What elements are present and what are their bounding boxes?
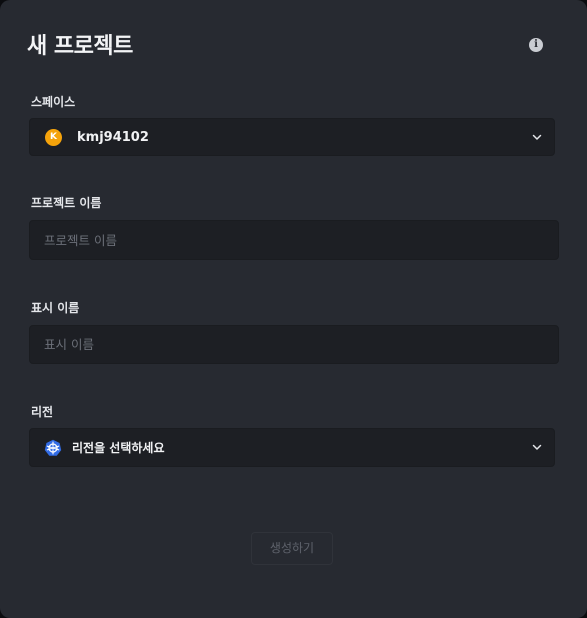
project-name-label: 프로젝트 이름 bbox=[31, 196, 102, 210]
region-label: 리전 bbox=[31, 405, 54, 419]
project-name-field-wrap bbox=[29, 220, 559, 260]
kubernetes-icon bbox=[44, 439, 62, 457]
create-button[interactable]: 생성하기 bbox=[251, 532, 333, 565]
region-selected-value: 리전을 선택하세요 bbox=[72, 441, 165, 455]
display-name-field-wrap bbox=[29, 325, 559, 364]
display-name-input[interactable] bbox=[30, 326, 558, 363]
space-label: 스페이스 bbox=[31, 95, 76, 109]
new-project-dialog: 새 프로젝트 i 스페이스 K kmj94102 프로젝트 이름 표시 이름 리… bbox=[0, 0, 587, 618]
dialog-title: 새 프로젝트 bbox=[27, 34, 133, 59]
display-name-label: 표시 이름 bbox=[31, 301, 80, 315]
chevron-down-icon bbox=[532, 442, 542, 452]
chevron-down-icon bbox=[532, 132, 542, 142]
project-name-input[interactable] bbox=[30, 221, 558, 259]
space-avatar: K bbox=[45, 128, 62, 146]
space-select[interactable]: K kmj94102 bbox=[29, 118, 555, 156]
region-select[interactable]: 리전을 선택하세요 bbox=[29, 428, 555, 467]
info-icon[interactable]: i bbox=[529, 38, 543, 52]
space-selected-value: kmj94102 bbox=[77, 129, 149, 145]
